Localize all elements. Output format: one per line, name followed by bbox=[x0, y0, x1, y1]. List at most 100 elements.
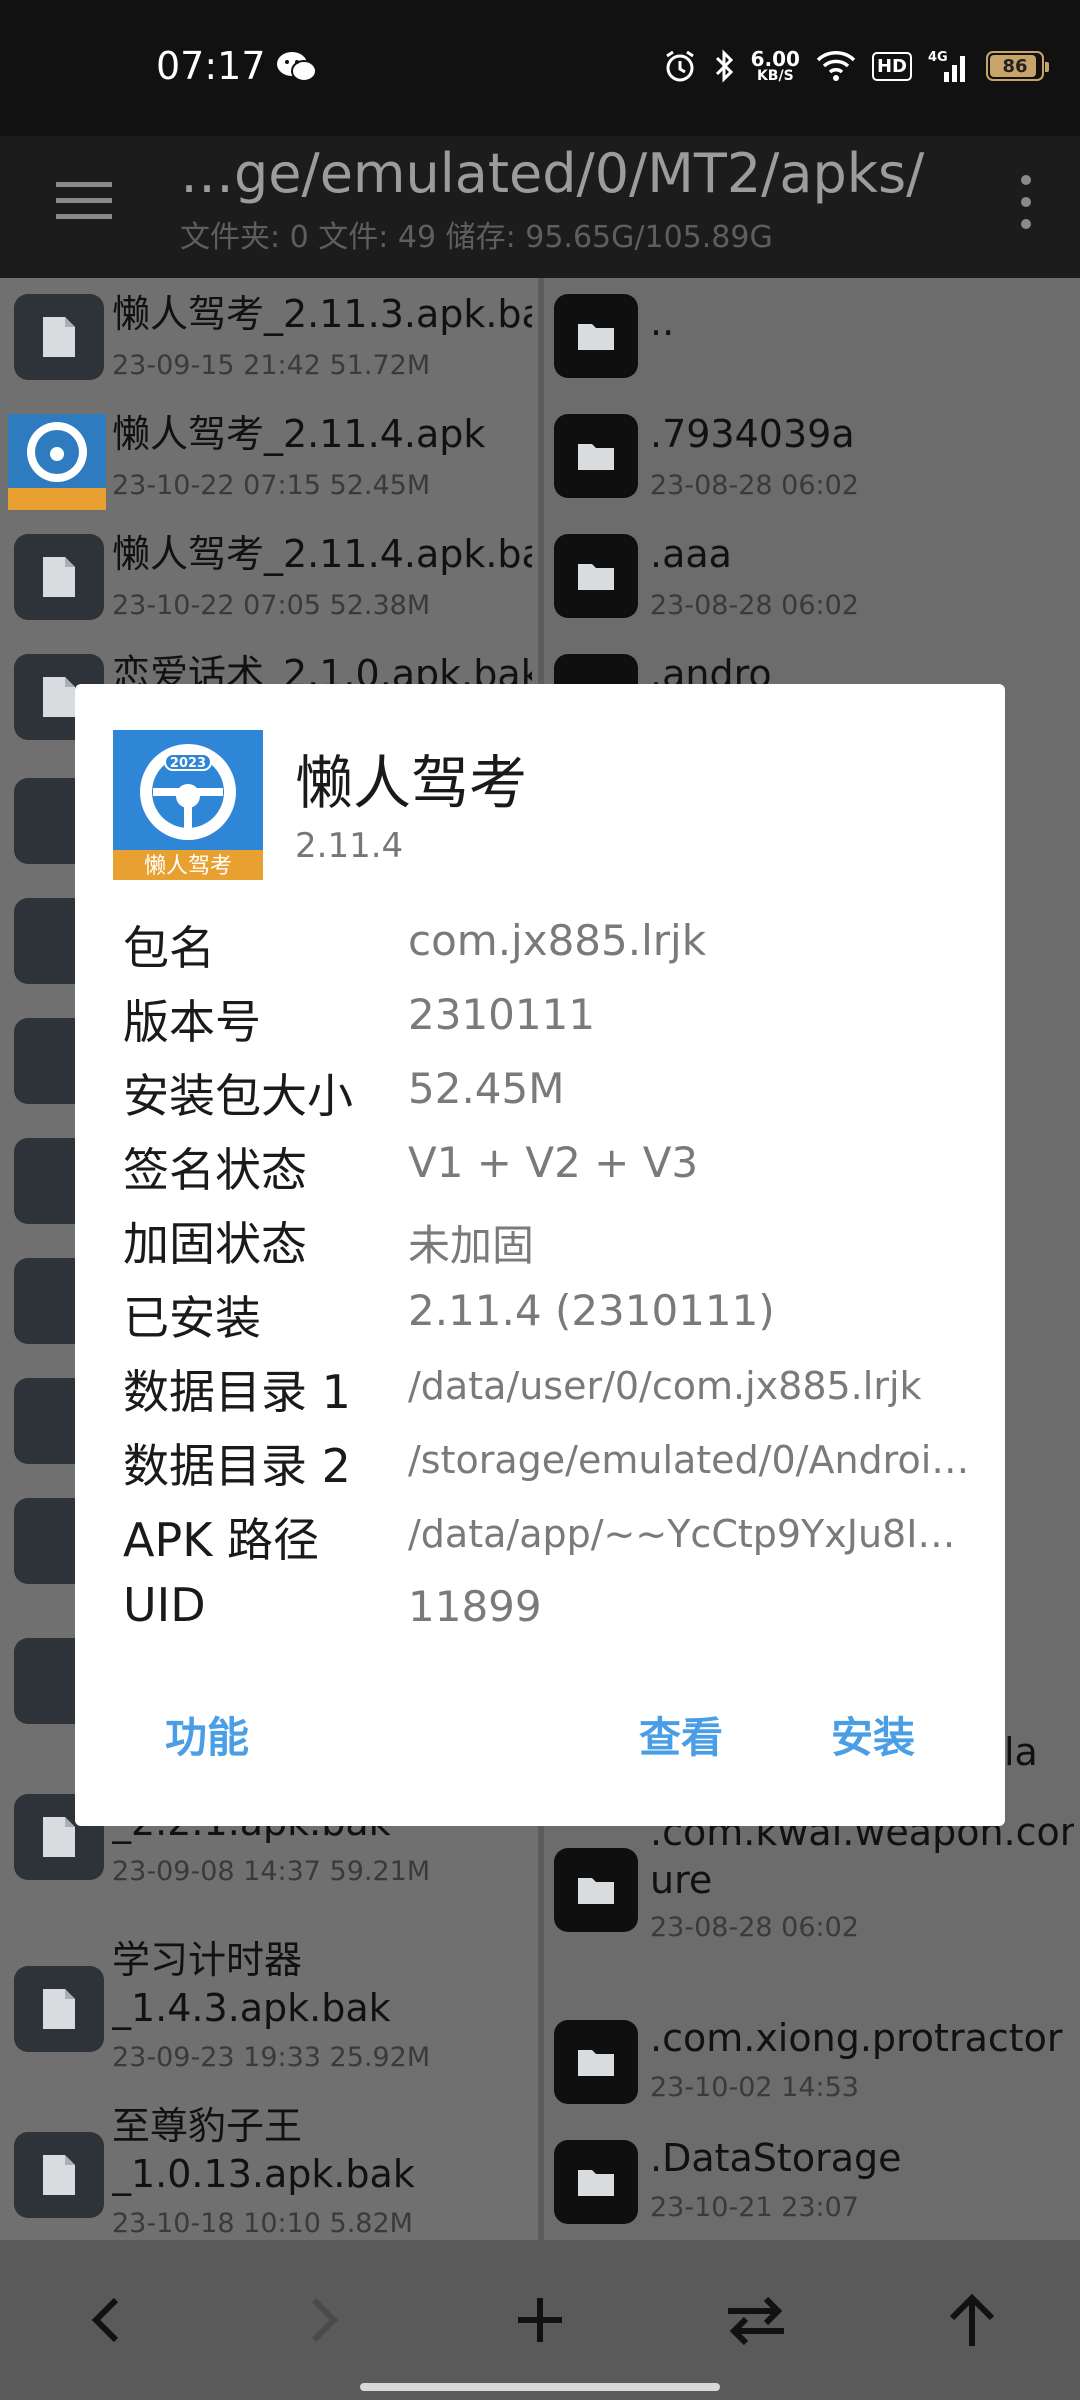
info-row-protection: 加固状态 未加固 bbox=[123, 1208, 973, 1282]
info-row-version-code: 版本号 2310111 bbox=[123, 986, 973, 1060]
info-value[interactable]: com.jx885.lrjk bbox=[408, 916, 978, 965]
more-options-icon[interactable] bbox=[1012, 170, 1040, 234]
info-value[interactable]: 未加固 bbox=[408, 1212, 978, 1273]
signal-label: 4G bbox=[928, 50, 948, 65]
bottom-toolbar bbox=[0, 2240, 1080, 2400]
file-meta: 23-10-18 10:10 5.82M bbox=[112, 2208, 413, 2239]
app-logo: 2023 懒人驾考 bbox=[113, 730, 263, 880]
folder-row[interactable]: .DataStorage 23-10-21 23:07 bbox=[544, 2134, 1080, 2240]
status-icons: 6.00 KB/S HD 4G 86 bbox=[663, 44, 1049, 88]
folder-row[interactable]: .7934039a 23-08-28 06:02 bbox=[544, 398, 1080, 518]
file-icon bbox=[14, 2132, 104, 2218]
add-button[interactable] bbox=[500, 2280, 580, 2360]
folder-meta: 23-10-21 23:07 bbox=[650, 2192, 859, 2223]
file-name-line1: 学习计时器 bbox=[112, 1938, 303, 1982]
apk-info-dialog: 2023 懒人驾考 懒人驾考 2.11.4 包名 com.jx885.lrjk … bbox=[75, 684, 1005, 1826]
folder-meta: 23-10-02 14:53 bbox=[650, 2072, 859, 2103]
info-value[interactable]: 52.45M bbox=[408, 1064, 978, 1113]
file-meta: 23-09-08 14:37 59.21M bbox=[112, 1856, 431, 1887]
folder-icon bbox=[554, 414, 638, 498]
current-path: …ge/emulated/0/MT2/apks/ bbox=[180, 142, 925, 205]
app-logo-caption: 懒人驾考 bbox=[144, 854, 232, 879]
file-icon bbox=[14, 1966, 104, 2052]
info-row-apk-path: APK 路径 /data/app/~~YcCtp9YxJu8Ihd… bbox=[123, 1504, 978, 1578]
file-row[interactable]: 懒人驾考_2.11.4.apk.bak 23-10-22 07:05 52.38… bbox=[0, 518, 538, 638]
network-speed-unit: KB/S bbox=[756, 68, 794, 84]
file-meta: 23-10-22 07:15 52.45M bbox=[112, 470, 431, 501]
info-value[interactable]: /storage/emulated/0/Android… bbox=[408, 1438, 978, 1482]
back-button[interactable] bbox=[66, 2280, 146, 2360]
file-name-line2: _1.0.13.apk.bak bbox=[112, 2152, 415, 2196]
info-label: 数据目录 1 bbox=[123, 1365, 351, 1419]
info-row-installed: 已安装 2.11.4 (2310111) bbox=[123, 1282, 973, 1356]
folder-icon bbox=[554, 1848, 638, 1932]
info-label: 包名 bbox=[123, 921, 215, 975]
info-label: 加固状态 bbox=[123, 1217, 307, 1271]
network-speed-value: 6.00 bbox=[750, 47, 800, 71]
add-icon bbox=[518, 2298, 562, 2342]
file-icon bbox=[14, 294, 104, 380]
folder-row[interactable]: .. bbox=[544, 278, 1080, 398]
hd-badge: HD bbox=[871, 51, 912, 81]
folder-row[interactable]: .com.kwai.weapon.conj ure 23-08-28 06:02 bbox=[544, 1808, 1080, 1968]
info-label: 安装包大小 bbox=[123, 1069, 353, 1123]
folder-row[interactable]: .com.xiong.protractor 23-10-02 14:53 bbox=[544, 2014, 1080, 2134]
info-label: 签名状态 bbox=[123, 1143, 307, 1197]
info-value[interactable]: /data/app/~~YcCtp9YxJu8Ihd… bbox=[408, 1512, 978, 1556]
signal-icon: 4G bbox=[928, 50, 965, 82]
info-value[interactable]: 2.11.4 (2310111) bbox=[408, 1286, 978, 1335]
folder-meta: 23-08-28 06:02 bbox=[650, 1912, 859, 1943]
info-label: 数据目录 2 bbox=[123, 1439, 351, 1493]
info-value[interactable]: 2310111 bbox=[408, 990, 978, 1039]
file-meta: 23-09-23 19:33 25.92M bbox=[112, 2042, 431, 2073]
info-row-package: 包名 com.jx885.lrjk bbox=[123, 912, 973, 986]
battery-icon: 86 bbox=[986, 51, 1049, 81]
install-button[interactable]: 安装 bbox=[831, 1704, 915, 1765]
status-time: 07:17 bbox=[156, 44, 266, 88]
folder-name: .. bbox=[650, 300, 675, 344]
info-label: APK 路径 bbox=[123, 1513, 319, 1567]
folder-icon bbox=[554, 2020, 638, 2104]
storage-stats: 文件夹: 0 文件: 49 储存: 95.65G/105.89G bbox=[180, 220, 773, 255]
file-row[interactable]: 懒人驾考_2.11.4.apk 23-10-22 07:15 52.45M bbox=[0, 398, 538, 518]
app-header: …ge/emulated/0/MT2/apks/ 文件夹: 0 文件: 49 储… bbox=[0, 136, 1080, 278]
folder-name: .DataStorage bbox=[650, 2136, 902, 2180]
file-name-line1: 至尊豹子王 bbox=[112, 2104, 303, 2148]
up-directory-button[interactable] bbox=[932, 2280, 1012, 2360]
folder-name: .com.xiong.protractor bbox=[650, 2016, 1063, 2060]
file-name: 懒人驾考_2.11.4.apk bbox=[112, 412, 486, 456]
info-row-data-dir-1: 数据目录 1 /data/user/0/com.jx885.lrjk bbox=[123, 1356, 973, 1430]
file-icon bbox=[14, 534, 104, 620]
view-button[interactable]: 查看 bbox=[639, 1704, 723, 1765]
app-icon bbox=[8, 414, 106, 510]
hamburger-menu-icon[interactable] bbox=[54, 170, 114, 230]
swap-panes-button[interactable] bbox=[716, 2280, 796, 2360]
wifi-icon bbox=[816, 51, 856, 81]
folder-name: .7934039a bbox=[650, 412, 855, 456]
swap-icon bbox=[728, 2296, 784, 2345]
home-indicator[interactable] bbox=[360, 2383, 720, 2391]
info-row-data-dir-2: 数据目录 2 /storage/emulated/0/Android… bbox=[123, 1430, 978, 1504]
file-meta: 23-10-22 07:05 52.38M bbox=[112, 590, 431, 621]
file-meta: 23-09-15 21:42 51.72M bbox=[112, 350, 431, 381]
file-row[interactable]: 至尊豹子王 _1.0.13.apk.bak 23-10-18 10:10 5.8… bbox=[0, 2102, 538, 2240]
folder-name: .aaa bbox=[650, 532, 732, 576]
file-row[interactable]: 懒人驾考_2.11.3.apk.bak 23-09-15 21:42 51.72… bbox=[0, 278, 538, 398]
battery-level: 86 bbox=[1002, 55, 1028, 77]
info-row-size: 安装包大小 52.45M bbox=[123, 1060, 973, 1134]
info-row-signature: 签名状态 V1 + V2 + V3 bbox=[123, 1134, 973, 1208]
info-value[interactable]: /data/user/0/com.jx885.lrjk bbox=[408, 1364, 978, 1408]
forward-button[interactable] bbox=[284, 2280, 364, 2360]
folder-meta: 23-08-28 06:02 bbox=[650, 470, 859, 501]
back-arrow-icon bbox=[91, 2297, 119, 2343]
functions-button[interactable]: 功能 bbox=[165, 1704, 249, 1765]
file-row[interactable]: 学习计时器 _1.4.3.apk.bak 23-09-23 19:33 25.9… bbox=[0, 1936, 538, 2086]
bluetooth-icon bbox=[715, 49, 733, 83]
info-label: UID bbox=[123, 1578, 206, 1632]
wechat-icon bbox=[277, 52, 317, 82]
folder-icon bbox=[554, 2140, 638, 2224]
info-value[interactable]: V1 + V2 + V3 bbox=[408, 1138, 978, 1187]
info-value[interactable]: 11899 bbox=[408, 1582, 978, 1631]
app-name: 懒人驾考 bbox=[295, 749, 528, 817]
folder-row[interactable]: .aaa 23-08-28 06:02 bbox=[544, 518, 1080, 638]
